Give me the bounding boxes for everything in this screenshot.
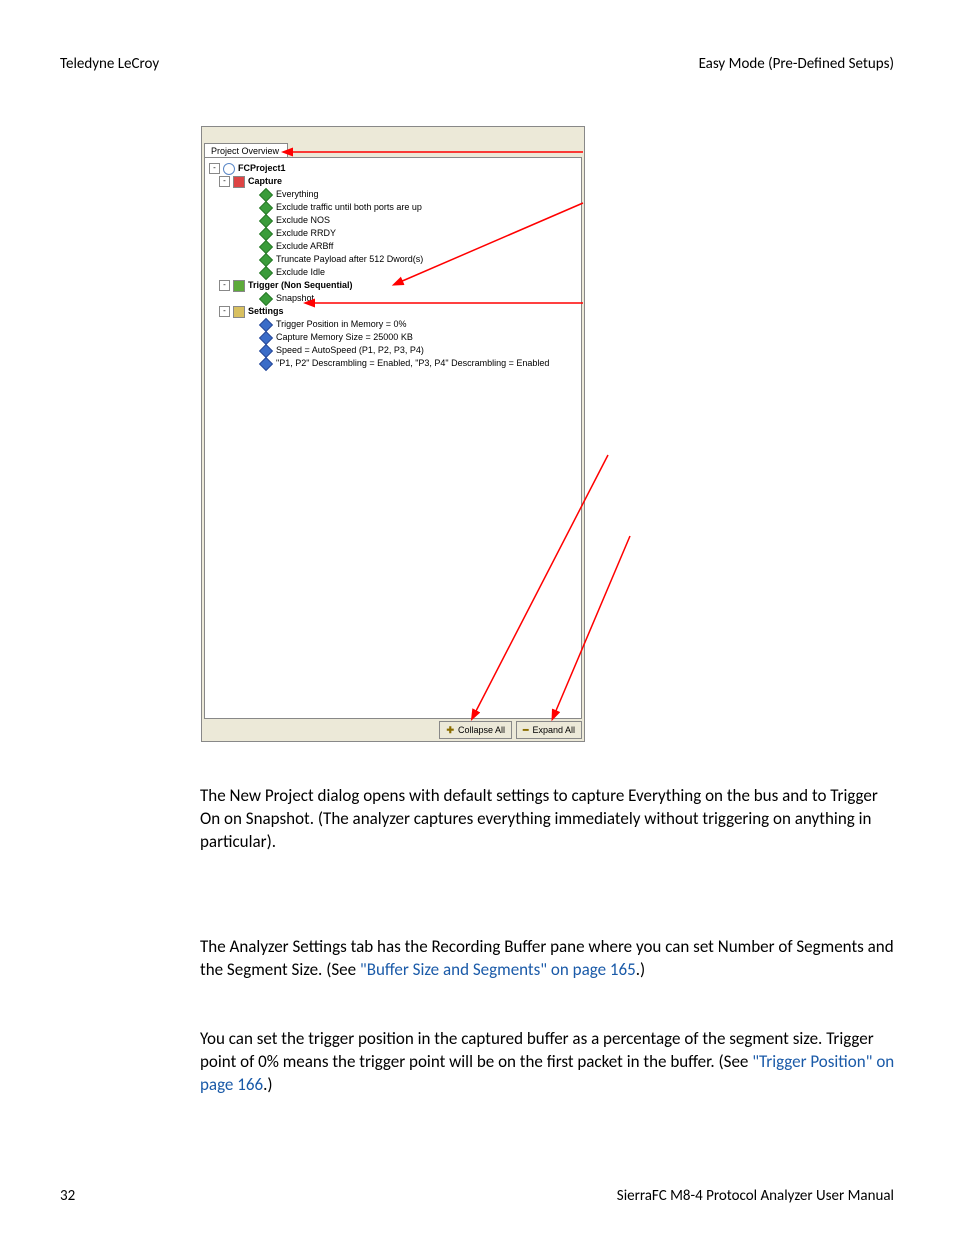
project-overview-panel: Project Overview - FCProject1 - Capture … (201, 126, 585, 742)
collapse-all-label: Collapse All (458, 725, 505, 735)
expand-all-button[interactable]: ━ Expand All (516, 721, 582, 739)
tree-item-label: Truncate Payload after 512 Dword(s) (276, 253, 423, 266)
expander-icon[interactable]: - (219, 176, 230, 187)
tree-item[interactable]: Exclude traffic until both ports are up (209, 201, 581, 214)
paragraph-2: The Analyzer Settings tab has the Record… (200, 936, 895, 982)
tree-trigger-label: Trigger (Non Sequential) (248, 279, 353, 292)
diamond-icon (259, 330, 273, 344)
settings-icon (233, 306, 245, 318)
paragraph-1: The New Project dialog opens with defaul… (200, 785, 895, 854)
tree-item[interactable]: Everything (209, 188, 581, 201)
tree-item-label: Trigger Position in Memory = 0% (276, 318, 406, 331)
manual-title: SierraFC M8-4 Protocol Analyzer User Man… (617, 1187, 894, 1205)
diamond-icon (259, 343, 273, 357)
diamond-icon (259, 200, 273, 214)
tree-settings-label: Settings (248, 305, 284, 318)
tree-item-label: Exclude traffic until both ports are up (276, 201, 422, 214)
tree-area: - FCProject1 - Capture Everything Exclud… (204, 157, 582, 719)
tree-root-label: FCProject1 (238, 162, 286, 175)
tree-root[interactable]: - FCProject1 (209, 162, 581, 175)
header-right: Easy Mode (Pre-Defined Setups) (699, 55, 894, 73)
diamond-icon (259, 187, 273, 201)
tree-item[interactable]: "P1, P2" Descrambling = Enabled, "P3, P4… (209, 357, 581, 370)
expander-icon[interactable]: - (209, 163, 220, 174)
capture-icon (233, 176, 245, 188)
plus-icon: ✚ (446, 725, 454, 736)
tree-item[interactable]: Exclude Idle (209, 266, 581, 279)
tree-capture[interactable]: - Capture (209, 175, 581, 188)
tree-item-label: Exclude Idle (276, 266, 325, 279)
trigger-icon (233, 280, 245, 292)
tree-item-label: Capture Memory Size = 25000 KB (276, 331, 413, 344)
tree-item[interactable]: Speed = AutoSpeed (P1, P2, P3, P4) (209, 344, 581, 357)
tree-item-label: Speed = AutoSpeed (P1, P2, P3, P4) (276, 344, 424, 357)
expand-all-label: Expand All (532, 725, 575, 735)
diamond-icon (259, 252, 273, 266)
tree-item[interactable]: Truncate Payload after 512 Dword(s) (209, 253, 581, 266)
tree-item-label: Exclude NOS (276, 214, 330, 227)
diamond-icon (259, 356, 273, 370)
tree-item-label: Exclude ARBff (276, 240, 333, 253)
tree-item-label: Everything (276, 188, 319, 201)
diamond-icon (259, 265, 273, 279)
tree-trigger[interactable]: - Trigger (Non Sequential) (209, 279, 581, 292)
tree-item[interactable]: Exclude RRDY (209, 227, 581, 240)
tree-item[interactable]: Capture Memory Size = 25000 KB (209, 331, 581, 344)
diamond-icon (259, 317, 273, 331)
tree-item[interactable]: Exclude NOS (209, 214, 581, 227)
tree-item-label: Snapshot (276, 292, 314, 305)
tree-item-label: Exclude RRDY (276, 227, 336, 240)
tree-capture-label: Capture (248, 175, 282, 188)
project-overview-tab[interactable]: Project Overview (204, 143, 288, 158)
panel-titlebar (202, 127, 584, 141)
expander-icon[interactable]: - (219, 280, 230, 291)
tree-item-label: "P1, P2" Descrambling = Enabled, "P3, P4… (276, 357, 549, 370)
diamond-icon (259, 226, 273, 240)
tree-settings[interactable]: - Settings (209, 305, 581, 318)
tree-item[interactable]: Snapshot (209, 292, 581, 305)
minus-icon: ━ (523, 725, 528, 736)
tree-item[interactable]: Trigger Position in Memory = 0% (209, 318, 581, 331)
tree-item[interactable]: Exclude ARBff (209, 240, 581, 253)
target-icon (223, 163, 235, 175)
buffer-size-link[interactable]: "Buffer Size and Segments" on page 165 (360, 959, 636, 980)
expander-icon[interactable]: - (219, 306, 230, 317)
diamond-icon (259, 213, 273, 227)
paragraph-3-end: .) (263, 1074, 272, 1095)
paragraph-3: You can set the trigger position in the … (200, 1028, 895, 1097)
diamond-icon (259, 291, 273, 305)
paragraph-2-end: .) (636, 959, 645, 980)
collapse-all-button[interactable]: ✚ Collapse All (439, 721, 512, 739)
header-left: Teledyne LeCroy (60, 55, 159, 73)
page-number: 32 (60, 1187, 75, 1205)
diamond-icon (259, 239, 273, 253)
